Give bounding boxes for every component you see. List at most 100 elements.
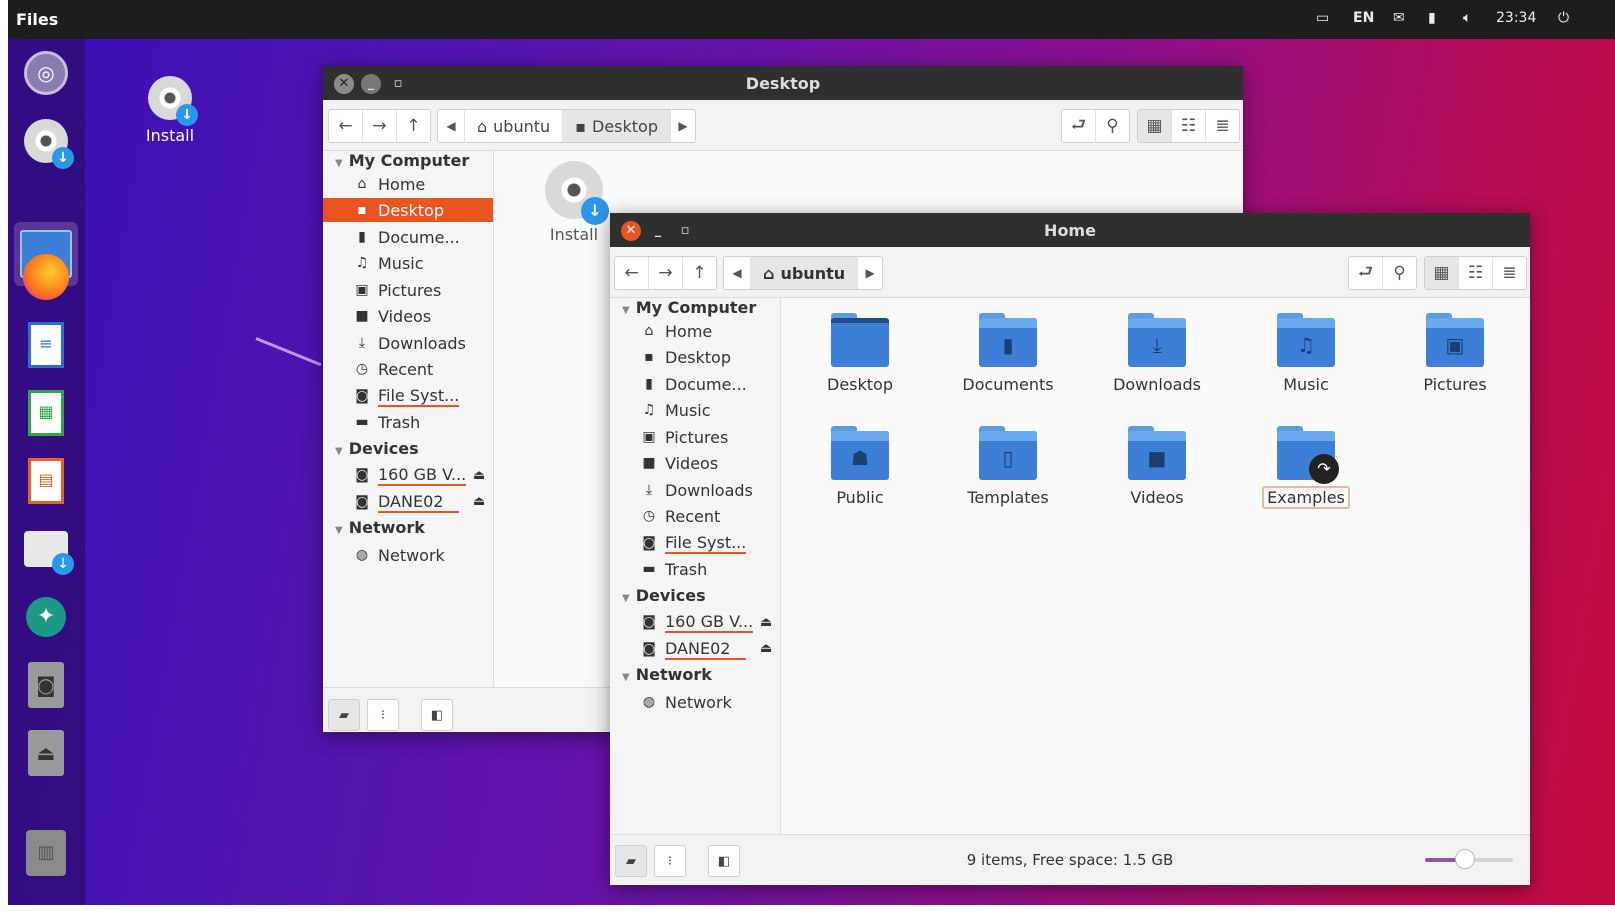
sidebar-item-network[interactable]: ◍ Network: [640, 690, 732, 714]
icon-view-icon[interactable]: ▦: [1138, 110, 1172, 142]
sidebar-item-volume[interactable]: ◙ 160 GB V...: [353, 463, 467, 487]
folder-public[interactable]: ☗ Public: [800, 426, 920, 507]
sidebar-item-trash[interactable]: ▬ Trash: [353, 410, 420, 434]
sidebar-item-videos[interactable]: ■ Videos: [353, 304, 431, 328]
sidebar-item-pictures[interactable]: ▣ Pictures: [353, 278, 441, 302]
eject-icon[interactable]: ⏏: [760, 641, 772, 656]
sidebar-item-recent[interactable]: ◷ Recent: [353, 357, 433, 381]
sidebar-item-music[interactable]: ♫ Music: [640, 398, 711, 422]
video-camera-icon: ■: [1147, 446, 1167, 470]
sidebar-item-recent[interactable]: ◷ Recent: [640, 504, 720, 528]
up-arrow-icon[interactable]: ↑: [683, 257, 716, 289]
ubuntu-logo-icon[interactable]: ◎: [20, 47, 72, 99]
folder-downloads[interactable]: ⤓ Downloads: [1097, 313, 1217, 394]
search-icon[interactable]: ⚲: [1383, 257, 1416, 289]
sidebar-toggle-icon[interactable]: ◧: [421, 699, 453, 731]
compact-view-icon[interactable]: ≣: [1493, 257, 1526, 289]
trash-icon[interactable]: ▥: [20, 827, 72, 879]
app-menu[interactable]: Files: [16, 10, 58, 29]
back-arrow-icon[interactable]: ←: [329, 110, 363, 142]
sidebar-item-home[interactable]: ⌂ Home: [640, 319, 713, 343]
sidebar-item-dane02[interactable]: ◙ DANE02: [640, 637, 747, 661]
settings-tools-icon[interactable]: ✦: [20, 591, 72, 643]
crumb-left-icon[interactable]: ◀: [438, 110, 465, 142]
eject-icon[interactable]: ⏏: [760, 615, 772, 630]
sidebar-section-my-computer[interactable]: ▼ My Computer: [335, 151, 469, 170]
toggle-location-icon[interactable]: ⮐: [1062, 110, 1096, 142]
sidebar-section-devices[interactable]: ▼ Devices: [335, 439, 419, 458]
battery-icon[interactable]: ▮: [1428, 10, 1436, 26]
forward-arrow-icon[interactable]: →: [363, 110, 397, 142]
install-disc-icon[interactable]: ↓: [20, 115, 74, 169]
folder-videos[interactable]: ■ Videos: [1097, 426, 1217, 507]
crumb-right-icon[interactable]: ▶: [671, 110, 695, 142]
sidebar-item-videos[interactable]: ■ Videos: [640, 451, 718, 475]
sidebar-item-file-system[interactable]: ◙ File Syst...: [353, 384, 460, 408]
compact-view-icon[interactable]: ≣: [1206, 110, 1239, 142]
sidebar-item-volume[interactable]: ◙ 160 GB V...: [640, 610, 754, 634]
places-icon[interactable]: ▰: [328, 699, 360, 731]
firefox-icon[interactable]: [20, 251, 72, 303]
folder-documents[interactable]: ▮ Documents: [948, 313, 1068, 394]
forward-arrow-icon[interactable]: →: [649, 257, 683, 289]
crumb-desktop[interactable]: ▪ Desktop: [563, 110, 671, 142]
writer-icon[interactable]: ≡: [20, 319, 72, 371]
home-window: ✕ _ ▫ Home ← → ↑ ◀ ⌂ ubuntu ▶ ⮐ ⚲ ▦ ☷ ≣ ▼…: [610, 213, 1530, 885]
sidebar-item-documents[interactable]: ▮ Docume...: [640, 372, 747, 396]
sidebar-item-music[interactable]: ♫ Music: [353, 251, 424, 275]
crumb-ubuntu[interactable]: ⌂ ubuntu: [465, 110, 564, 142]
eject-drive-icon[interactable]: ⏏: [20, 727, 72, 779]
disk-drive-icon[interactable]: ◙: [20, 659, 72, 711]
eject-icon[interactable]: ⏏: [473, 468, 485, 483]
back-arrow-icon[interactable]: ←: [615, 257, 649, 289]
list-view-icon[interactable]: ☷: [1459, 257, 1493, 289]
calc-icon[interactable]: ▦: [20, 387, 72, 439]
volume-icon[interactable]: 🔈︎: [1463, 10, 1471, 26]
sidebar-item-network[interactable]: ◍ Network: [353, 543, 445, 567]
desktop-install-shortcut[interactable]: ↓ Install: [135, 76, 205, 145]
impress-icon[interactable]: ▤: [20, 455, 72, 507]
tree-icon[interactable]: ⁝: [367, 699, 399, 731]
search-icon[interactable]: ⚲: [1096, 110, 1129, 142]
sidebar-item-trash[interactable]: ▬ Trash: [640, 557, 707, 581]
sidebar-item-file-system[interactable]: ◙ File Syst...: [640, 531, 747, 555]
folder-examples[interactable]: ↷ Examples: [1246, 426, 1366, 509]
sidebar-item-home[interactable]: ⌂ Home: [353, 172, 426, 196]
zoom-slider-handle[interactable]: [1454, 849, 1475, 869]
folder-desktop[interactable]: Desktop: [800, 313, 920, 394]
mail-icon[interactable]: ✉: [1393, 10, 1405, 26]
section-label: Network: [348, 518, 425, 537]
language-indicator[interactable]: EN: [1353, 10, 1374, 26]
sidebar-item-pictures[interactable]: ▣ Pictures: [640, 425, 728, 449]
sidebar-section-my-computer[interactable]: ▼ My Computer: [622, 298, 756, 317]
zoom-slider[interactable]: [1425, 849, 1513, 869]
item-label: 160 GB V...: [378, 464, 467, 486]
power-icon[interactable]: ⏻: [1558, 10, 1569, 26]
sidebar-item-downloads[interactable]: ⤓ Downloads: [353, 331, 466, 355]
sidebar-section-network[interactable]: ▼ Network: [622, 665, 712, 684]
up-arrow-icon[interactable]: ↑: [397, 110, 430, 142]
folder-music[interactable]: ♫ Music: [1246, 313, 1366, 394]
content-install-item[interactable]: ↓ Install: [539, 161, 609, 244]
sidebar-item-desktop[interactable]: ▪ Desktop: [323, 198, 493, 222]
eject-icon[interactable]: ⏏: [473, 494, 485, 509]
folder-templates[interactable]: ▯ Templates: [948, 426, 1068, 507]
sidebar-item-documents[interactable]: ▮ Docume...: [353, 225, 460, 249]
crumb-ubuntu[interactable]: ⌂ ubuntu: [751, 257, 859, 289]
crumb-right-icon[interactable]: ▶: [858, 257, 882, 289]
folder-pictures[interactable]: ▣ Pictures: [1395, 313, 1515, 394]
sidebar-item-downloads[interactable]: ⤓ Downloads: [640, 478, 753, 502]
section-label: My Computer: [348, 151, 470, 170]
clock[interactable]: 23:34: [1496, 10, 1536, 26]
toggle-location-icon[interactable]: ⮐: [1349, 257, 1383, 289]
display-icon[interactable]: ▭: [1316, 10, 1329, 26]
sidebar-section-network[interactable]: ▼ Network: [335, 518, 425, 537]
software-install-icon[interactable]: ↓: [20, 523, 74, 575]
sidebar-item-dane02[interactable]: ◙ DANE02: [353, 490, 460, 514]
crumb-left-icon[interactable]: ◀: [724, 257, 751, 289]
sidebar-item-desktop[interactable]: ▪ Desktop: [640, 345, 731, 369]
desktop-icon: ▪: [575, 116, 586, 136]
sidebar-section-devices[interactable]: ▼ Devices: [622, 586, 706, 605]
icon-view-icon[interactable]: ▦: [1425, 257, 1459, 289]
list-view-icon[interactable]: ☷: [1172, 110, 1206, 142]
